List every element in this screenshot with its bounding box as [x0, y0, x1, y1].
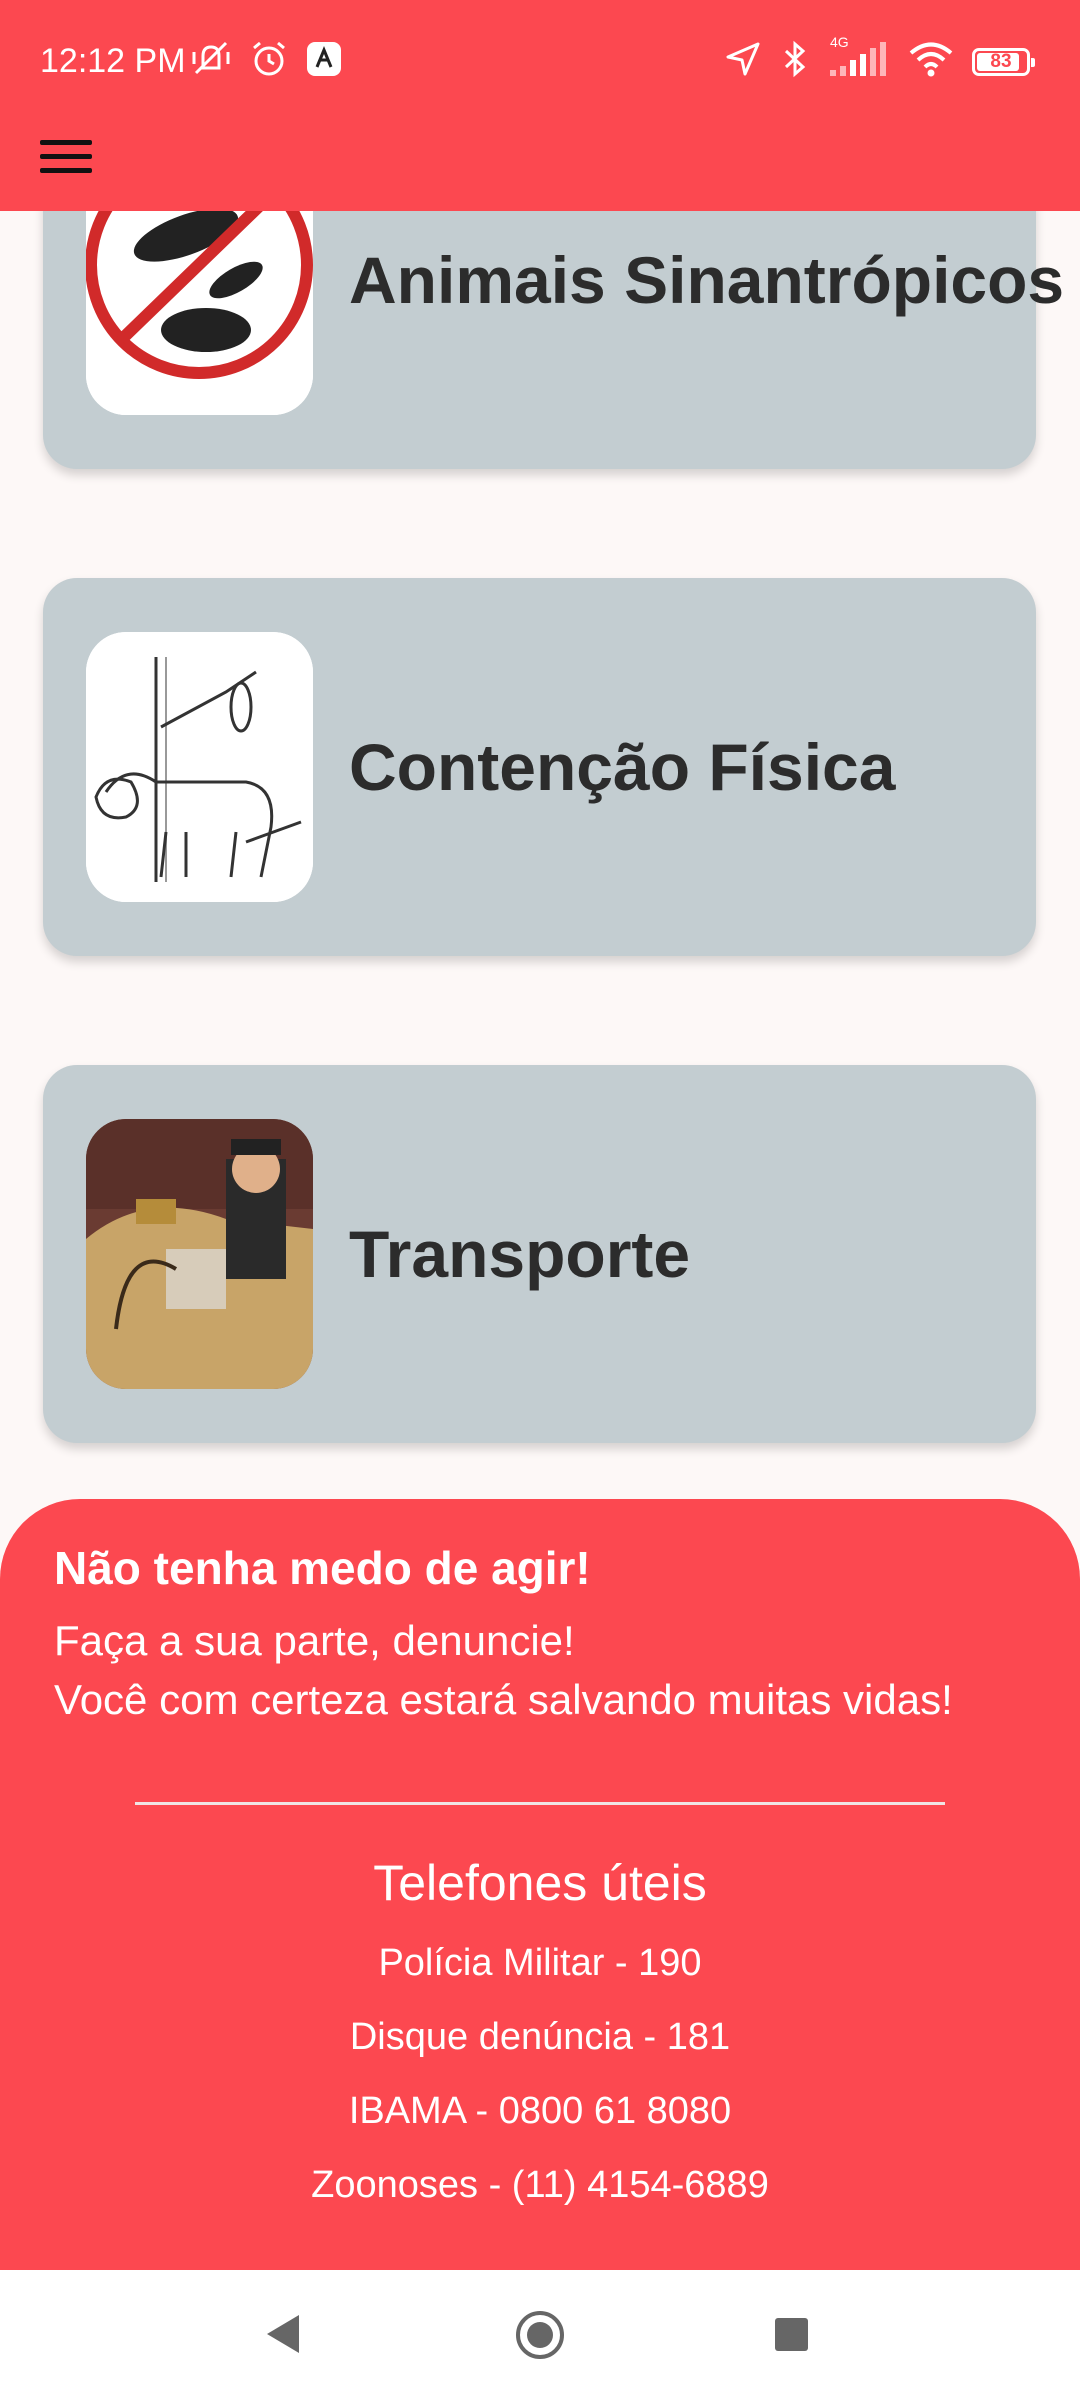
- home-icon[interactable]: [516, 2311, 564, 2359]
- dog-restraint-image: [86, 632, 313, 902]
- bluetooth-icon: [780, 40, 810, 83]
- system-nav-bar: [0, 2270, 1080, 2400]
- wifi-icon: [908, 40, 954, 83]
- phone-ibama[interactable]: IBAMA - 0800 61 8080: [0, 2090, 1080, 2133]
- footer-divider: [135, 1802, 945, 1805]
- status-time: 12:12 PM: [40, 42, 186, 80]
- mute-vibrate-icon: [190, 40, 232, 83]
- location-icon: [724, 40, 762, 83]
- phone-policia-militar[interactable]: Polícia Militar - 190: [0, 1942, 1080, 1985]
- recents-icon[interactable]: [775, 2318, 808, 2351]
- footer-message-line-1: Faça a sua parte, denuncie!: [54, 1617, 575, 1664]
- card-label: Contenção Física: [349, 730, 896, 804]
- phone-zoonoses[interactable]: Zoonoses - (11) 4154-6889: [0, 2164, 1080, 2207]
- footer-headline: Não tenha medo de agir!: [54, 1542, 591, 1594]
- alarm-icon: [250, 40, 288, 83]
- footer-message-line-2: Você com certeza estará salvando muitas …: [54, 1676, 953, 1723]
- signal-icon: 4G: [828, 34, 890, 83]
- report-footer: Não tenha medo de agir! Faça a sua parte…: [0, 1499, 1080, 2270]
- app-bar: 12:12 PM 4G 83: [0, 0, 1080, 211]
- battery-icon: 83: [972, 47, 1035, 76]
- card-transporte[interactable]: Transporte: [43, 1065, 1036, 1443]
- network-type: 4G: [830, 34, 849, 50]
- hamburger-menu-icon[interactable]: [40, 130, 100, 182]
- phone-disque-denuncia[interactable]: Disque denúncia - 181: [0, 2016, 1080, 2059]
- transport-image: [86, 1119, 313, 1389]
- app-notification-icon: [306, 41, 342, 82]
- phones-title: Telefones úteis: [373, 1855, 707, 1911]
- battery-level: 83: [990, 50, 1012, 72]
- back-icon[interactable]: [267, 2315, 299, 2353]
- status-bar: 12:12 PM 4G 83: [0, 0, 1080, 128]
- card-contencao-fisica[interactable]: Contenção Física: [43, 578, 1036, 956]
- card-label: Transporte: [349, 1217, 691, 1291]
